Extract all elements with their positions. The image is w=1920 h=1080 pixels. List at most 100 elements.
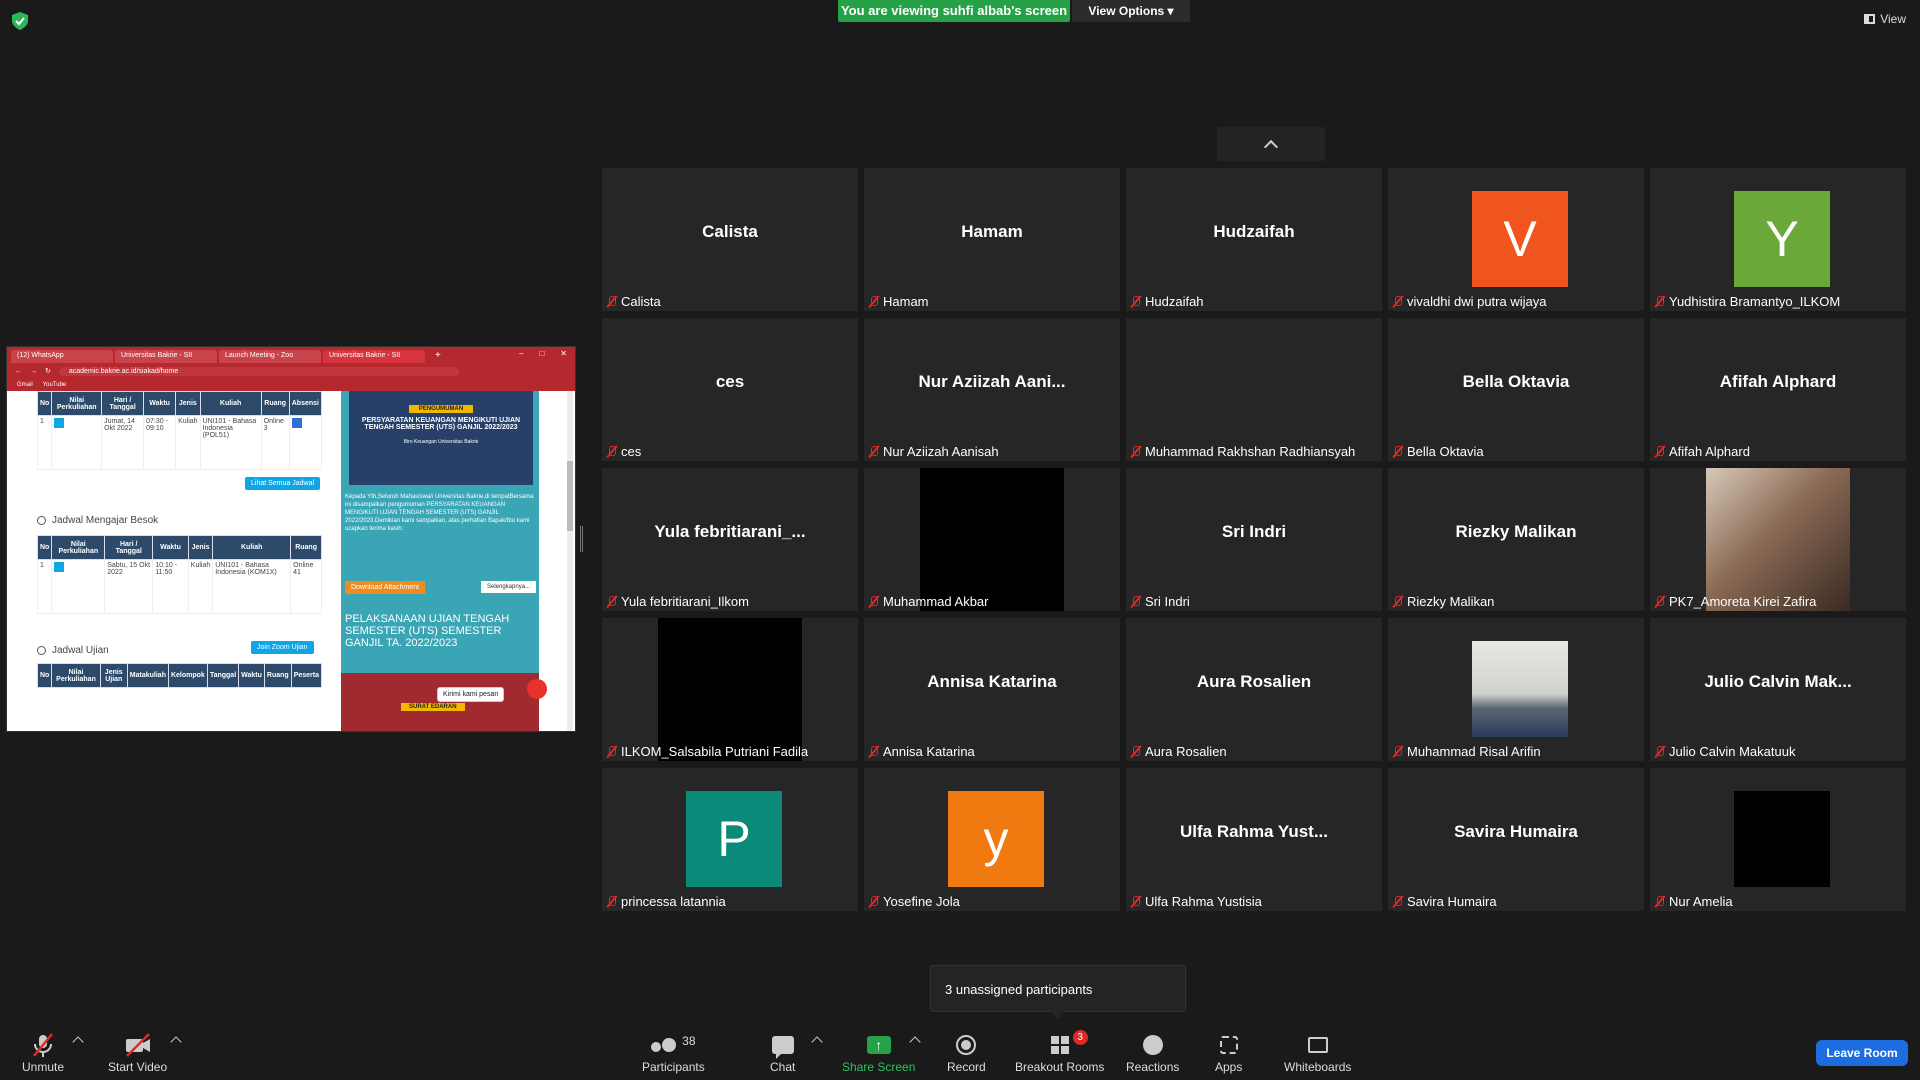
table-header: Absensi [288, 391, 323, 416]
participant-tile[interactable]: Muhammad Rakhshan Radhiansyah [1126, 318, 1382, 461]
participant-display-name: Ulfa Rahma Yust... [1179, 822, 1328, 841]
participant-tile[interactable]: Muhammad Risal Arifin [1388, 618, 1644, 761]
section-jadwal-besok: Jadwal Mengajar Besok [37, 515, 158, 526]
apps-icon [1219, 1036, 1238, 1054]
participant-tile[interactable]: Muhammad Akbar [864, 468, 1120, 611]
apps-button[interactable]: Apps [1215, 1032, 1242, 1074]
chat-options-caret-icon[interactable] [811, 1036, 823, 1048]
microphone-muted-icon [1654, 295, 1666, 309]
participant-tile[interactable]: Sri Indri Sri Indri [1126, 468, 1382, 611]
table-header: Waktu [143, 391, 177, 416]
participant-tile[interactable]: Aura Rosalien Aura Rosalien [1126, 618, 1382, 761]
participant-tile[interactable]: Pprincessa latannia [602, 768, 858, 911]
participant-display-name: Hudzaifah [1213, 222, 1295, 241]
participant-tile[interactable]: Yula febritiarani_... Yula febritiarani_I… [602, 468, 858, 611]
participant-tile[interactable]: y Yosefine Jola [864, 768, 1120, 911]
participant-name: Yula febritiarani_Ilkom [621, 594, 749, 609]
table-row: 1 Jumat, 14 Okt 2022 07:30 - 09:10 Kulia… [36, 415, 323, 470]
participant-tile[interactable]: ces ces [602, 318, 858, 461]
participant-tile[interactable]: Julio Calvin Mak... Julio Calvin Makatuuk [1650, 618, 1906, 761]
participant-name: Nur Amelia [1669, 894, 1733, 909]
video-off-icon [125, 1033, 150, 1057]
participant-tile[interactable]: Y Yudhistira Bramantyo_ILKOM [1650, 168, 1906, 311]
table-cell: Kuliah [175, 415, 201, 470]
participant-name: Yudhistira Bramantyo_ILKOM [1669, 294, 1841, 309]
meeting-toolbar: Unmute Start Video 38 Participants Chat … [0, 1024, 1920, 1080]
table-header: Jenis [175, 391, 201, 416]
start-video-label: Start Video [108, 1060, 168, 1074]
microphone-muted-icon [1392, 895, 1404, 909]
chat-button[interactable]: Chat [770, 1032, 795, 1074]
participant-tile[interactable]: PK7_Amoreta Kirei Zafira [1650, 468, 1906, 611]
microphone-muted-icon [868, 445, 880, 459]
microphone-muted-icon [1392, 595, 1404, 609]
join-zoom-ujian-button: Join Zoom Ujian [251, 641, 314, 654]
whiteboards-button[interactable]: Whiteboards [1284, 1032, 1351, 1074]
table-cell: Sabtu, 15 Okt 2022 [104, 559, 154, 614]
participant-name-label: Aura Rosalien [1130, 744, 1227, 759]
share-screen-icon: ↑ [866, 1036, 891, 1054]
split-divider-handle[interactable] [580, 526, 583, 552]
collapse-gallery-button[interactable] [1217, 127, 1325, 161]
microphone-muted-icon [868, 745, 880, 759]
table-header: Kuliah [199, 391, 262, 416]
participant-tile[interactable]: Savira Humaira Savira Humaira [1388, 768, 1644, 911]
participant-name-label: Sri Indri [1130, 594, 1190, 609]
participant-tile[interactable]: Vvivaldhi dwi putra wijaya [1388, 168, 1644, 311]
reactions-button[interactable]: Reactions [1126, 1032, 1179, 1074]
unmute-button[interactable]: Unmute [22, 1032, 64, 1074]
participant-tile[interactable]: Hudzaifah Hudzaifah [1126, 168, 1382, 311]
record-button[interactable]: Record [947, 1032, 986, 1074]
participant-name-label: Yudhistira Bramantyo_ILKOM [1654, 294, 1840, 309]
participants-button[interactable]: 38 Participants [642, 1032, 705, 1074]
participant-tile[interactable]: Calista Calista [602, 168, 858, 311]
participant-tile[interactable]: Ulfa Rahma Yust... Ulfa Rahma Yustisia [1126, 768, 1382, 911]
participant-avatar: P [686, 791, 782, 887]
reactions-label: Reactions [1126, 1060, 1180, 1074]
audio-options-caret-icon[interactable] [72, 1036, 84, 1048]
browser-tab-strip: (12) WhatsApp Universitas Bakrie - SII L… [7, 347, 575, 363]
participant-display-name: Sri Indri [1221, 522, 1287, 541]
leave-room-button[interactable]: Leave Room [1816, 1040, 1908, 1066]
clock-icon [37, 516, 46, 525]
participant-name: ces [621, 444, 642, 459]
video-options-caret-icon[interactable] [170, 1036, 182, 1048]
microphone-muted-icon [1130, 595, 1142, 609]
participant-tile[interactable]: ILKOM_Salsabila Putriani Fadila [602, 618, 858, 761]
breakout-rooms-button[interactable]: 3 Breakout Rooms [1015, 1030, 1104, 1074]
microphone-muted-icon [1392, 295, 1404, 309]
participant-tile[interactable]: Hamam Hamam [864, 168, 1120, 311]
view-button[interactable]: View [1864, 12, 1906, 26]
window-controls: – □ ✕ [519, 349, 567, 358]
section-title: Jadwal Ujian [52, 645, 109, 656]
participant-name-label: Nur Aziizah Aanisah [868, 444, 999, 459]
table-header: Jenis Ujian [99, 663, 128, 688]
participant-tile[interactable]: Nur Aziizah Aani... Nur Aziizah Aanisah [864, 318, 1120, 461]
participant-profile-picture [1706, 468, 1850, 611]
participant-tile[interactable]: Annisa Katarina Annisa Katarina [864, 618, 1120, 761]
participant-tile[interactable]: Nur Amelia [1650, 768, 1906, 911]
participant-display-name: Annisa Katarina [927, 672, 1057, 691]
participant-display-name: Afifah Alphard [1719, 372, 1837, 391]
start-video-button[interactable]: Start Video [108, 1032, 167, 1074]
chat-label: Chat [770, 1060, 796, 1074]
participant-profile-picture [1472, 641, 1568, 737]
participant-tile[interactable]: Bella Oktavia Bella Oktavia [1388, 318, 1644, 461]
microphone-muted-icon [606, 595, 618, 609]
table-header: Nilai Perkuliahan [51, 391, 103, 416]
participant-name: Muhammad Akbar [883, 594, 989, 609]
participant-tile[interactable]: Afifah Alphard Afifah Alphard [1650, 318, 1906, 461]
view-options-button[interactable]: View Options ▾ [1072, 0, 1190, 22]
microphone-muted-icon [868, 595, 880, 609]
table-cell: UNI101 - Bahasa Indonesia (POL51) [199, 415, 262, 470]
microphone-muted-icon [606, 745, 618, 759]
participant-name: Savira Humaira [1407, 894, 1497, 909]
share-screen-button[interactable]: ↑ Share Screen [842, 1032, 915, 1074]
participant-tile[interactable]: Riezky Malikan Riezky Malikan [1388, 468, 1644, 611]
schedule-table-tomorrow: No Nilai Perkuliahan Hari / Tanggal Wakt… [36, 535, 322, 614]
table-header: Waktu [238, 663, 265, 688]
participant-name-label: Savira Humaira [1392, 894, 1497, 909]
participant-display-name: Bella Oktavia [1462, 372, 1570, 391]
security-shield-icon[interactable] [12, 12, 28, 30]
bookmarks-bar: Gmail YouTube [7, 379, 575, 391]
